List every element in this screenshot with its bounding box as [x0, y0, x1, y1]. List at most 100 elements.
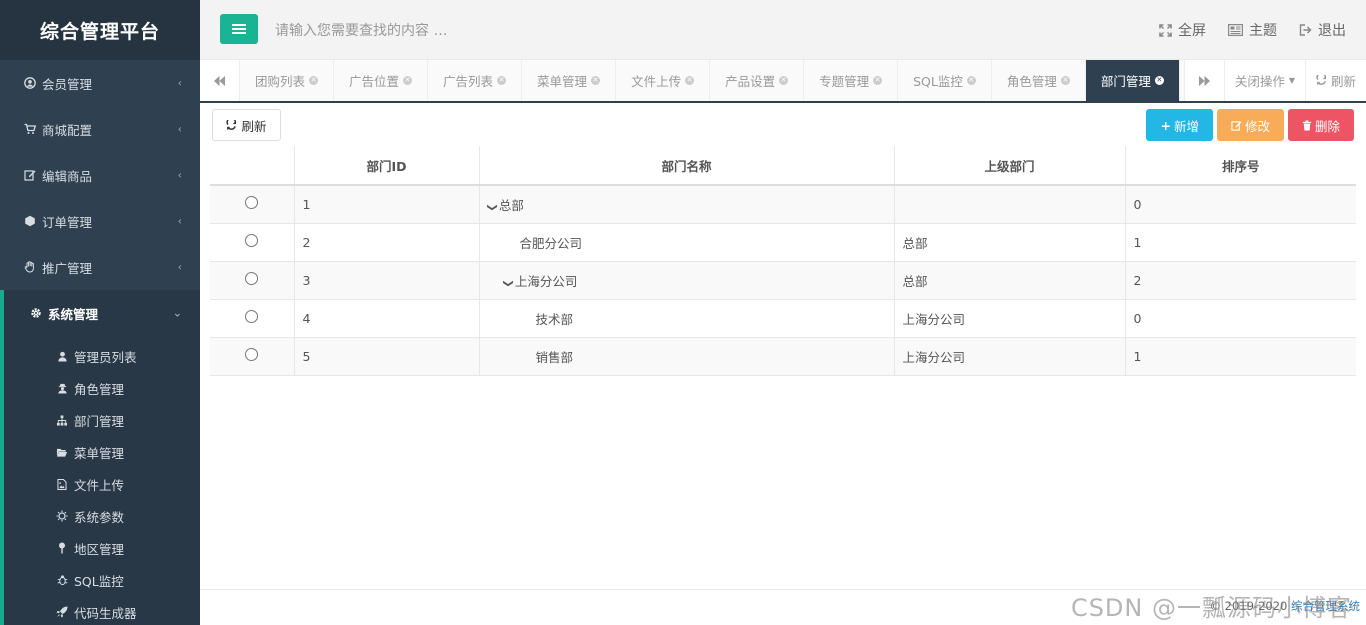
menu-toggle-button[interactable] — [220, 14, 258, 44]
cell-order: 1 — [1124, 336, 1356, 376]
chevron-left-icon: ‹ — [177, 260, 182, 274]
sidebar-item-edit-goods[interactable]: 编辑商品 ‹ — [0, 152, 200, 198]
column-header-parent[interactable]: 上级部门 — [893, 146, 1125, 186]
fullscreen-button[interactable]: 全屏 — [1159, 20, 1206, 40]
hand-icon — [24, 261, 36, 273]
tab-sql-monitor[interactable]: SQL监控 ✕ — [898, 60, 992, 101]
close-icon[interactable]: ✕ — [966, 76, 976, 85]
sidebar-subitem-label: 角色管理 — [74, 381, 125, 397]
column-header-order[interactable]: 排序号 — [1124, 146, 1356, 186]
row-select-cell — [210, 222, 294, 261]
delete-label: 删除 — [1314, 118, 1340, 134]
row-radio[interactable] — [245, 310, 259, 323]
add-button[interactable]: + 新增 — [1146, 109, 1213, 141]
close-icon[interactable]: ✕ — [1060, 76, 1070, 85]
row-radio[interactable] — [245, 272, 259, 285]
row-radio[interactable] — [245, 234, 259, 247]
close-icon[interactable]: ✕ — [779, 76, 789, 85]
newspaper-icon — [1228, 24, 1243, 36]
file-image-icon — [56, 478, 68, 490]
table-row[interactable]: 5 销售部 上海分公司 1 — [210, 336, 1356, 376]
delete-button[interactable]: 删除 — [1287, 109, 1354, 141]
cell-parent — [893, 184, 1125, 223]
dept-parent: 上海分公司 — [902, 311, 966, 327]
tab-menu-manage[interactable]: 菜单管理 ✕ — [522, 60, 617, 101]
tab-scroll-right-button[interactable] — [1183, 60, 1224, 101]
sidebar-subitem-menus[interactable]: 菜单管理 — [4, 436, 200, 468]
dept-name: 总部 — [498, 197, 524, 213]
tab-file-upload[interactable]: 文件上传 ✕ — [616, 60, 711, 101]
row-radio[interactable] — [245, 196, 259, 210]
tab-group-buy[interactable]: 团购列表 ✕ — [240, 60, 335, 101]
sidebar-item-label: 系统管理 — [48, 306, 99, 322]
tab-controls: 关闭操作 ▼ 刷新 — [1183, 60, 1366, 101]
dept-id: 5 — [302, 348, 311, 364]
tab-label: 部门管理 — [1100, 74, 1151, 89]
dept-id: 4 — [302, 310, 311, 326]
plus-icon: + — [1160, 117, 1171, 133]
close-icon[interactable]: ✕ — [685, 76, 695, 85]
close-operations-dropdown[interactable]: 关闭操作 ▼ — [1223, 60, 1305, 101]
close-icon[interactable]: ✕ — [403, 76, 413, 85]
user-circle-icon — [24, 77, 36, 89]
tab-product-settings[interactable]: 产品设置 ✕ — [710, 60, 805, 101]
column-header-id[interactable]: 部门ID — [293, 146, 479, 186]
tab-ad-position[interactable]: 广告位置 ✕ — [334, 60, 429, 101]
edit-icon — [1231, 120, 1242, 131]
table-row[interactable]: 2 合肥分公司 总部 1 — [210, 222, 1356, 261]
sidebar-subitem-roles[interactable]: 角色管理 — [4, 372, 200, 404]
sidebar-subitem-regions[interactable]: 地区管理 — [4, 532, 200, 564]
edit-label: 修改 — [1244, 118, 1270, 134]
logout-button[interactable]: 退出 — [1299, 20, 1346, 40]
cart-icon — [24, 123, 36, 135]
search-input[interactable]: 请输入您需要查找的内容 … — [275, 20, 447, 40]
tab-roles[interactable]: 角色管理 ✕ — [991, 60, 1086, 101]
chevron-down-icon: ⌄ — [172, 306, 182, 320]
sidebar-item-members[interactable]: 会员管理 ‹ — [0, 60, 200, 106]
table-row[interactable]: 4 技术部 上海分公司 0 — [210, 298, 1356, 337]
sidebar-subitem-params[interactable]: 系统参数 — [4, 500, 200, 532]
cell-name: ❯ 上海分公司 — [478, 260, 894, 299]
dept-order: 1 — [1133, 348, 1142, 364]
chevron-down-icon[interactable]: ❯ — [502, 279, 513, 287]
sidebar-item-shop-config[interactable]: 商城配置 ‹ — [0, 106, 200, 152]
sidebar-subitem-sql[interactable]: SQL监控 — [4, 564, 200, 596]
footer: © 2019-2020 综合管理系统 — [200, 589, 1366, 625]
row-radio[interactable] — [245, 348, 259, 361]
row-select-cell — [210, 184, 294, 223]
tab-refresh-label: 刷新 — [1330, 74, 1356, 89]
table-row[interactable]: 3 ❯ 上海分公司 总部 2 — [210, 260, 1356, 299]
sidebar-subitem-upload[interactable]: 文件上传 — [4, 468, 200, 500]
close-icon[interactable]: ✕ — [1154, 76, 1164, 85]
tab-departments[interactable]: 部门管理 ✕ — [1085, 60, 1180, 101]
sidebar-item-promotion[interactable]: 推广管理 ‹ — [0, 244, 200, 290]
chevron-left-icon: ‹ — [177, 168, 182, 182]
forward-icon — [1198, 75, 1210, 86]
theme-button[interactable]: 主题 — [1228, 20, 1277, 40]
system-submenu: 管理员列表 角色管理 部门管理 菜单管理 文件上传 系统参数 地区管理 SQL监… — [0, 336, 200, 625]
tab-ad-list[interactable]: 广告列表 ✕ — [428, 60, 523, 101]
table-row[interactable]: 1 ❯ 总部 0 — [210, 184, 1356, 223]
footer-link[interactable]: 综合管理系统 — [1291, 599, 1360, 613]
chevron-down-icon[interactable]: ❯ — [486, 203, 497, 211]
tab-label: 产品设置 — [725, 74, 776, 89]
close-icon[interactable]: ✕ — [497, 76, 507, 85]
edit-button[interactable]: 修改 — [1216, 109, 1284, 141]
cell-name: ❯ 总部 — [478, 184, 894, 223]
cell-order: 1 — [1124, 222, 1356, 261]
close-icon[interactable]: ✕ — [591, 76, 601, 85]
sidebar-subitem-codegen[interactable]: 代码生成器 — [4, 596, 200, 625]
close-icon[interactable]: ✕ — [309, 76, 319, 85]
column-header-name[interactable]: 部门名称 — [478, 146, 894, 186]
sidebar-subitem-admin-list[interactable]: 管理员列表 — [4, 340, 200, 372]
row-select-cell — [210, 336, 294, 376]
tab-topics[interactable]: 专题管理 ✕ — [804, 60, 899, 101]
tab-scroll-left-button[interactable] — [200, 60, 240, 101]
refresh-button[interactable]: 刷新 — [212, 109, 281, 141]
dept-id: 1 — [302, 196, 311, 212]
tab-refresh-button[interactable]: 刷新 — [1304, 60, 1366, 101]
close-icon[interactable]: ✕ — [873, 76, 883, 85]
sidebar-item-system[interactable]: 系统管理 ⌄ — [0, 290, 200, 336]
sidebar-item-orders[interactable]: 订单管理 ‹ — [0, 198, 200, 244]
sidebar-subitem-departments[interactable]: 部门管理 — [4, 404, 200, 436]
